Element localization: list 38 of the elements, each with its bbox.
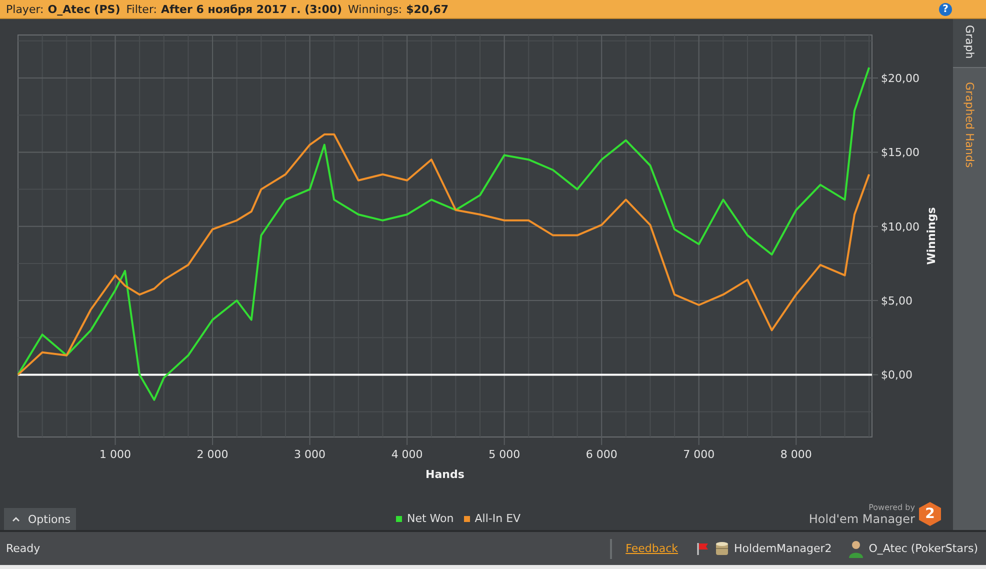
header-label: Player: <box>6 2 44 16</box>
logo-badge: 2 <box>919 502 941 526</box>
x-tick-label: 1 000 <box>100 448 132 461</box>
y-tick-label: $20,00 <box>881 72 920 86</box>
powered-by-caption: Powered by <box>868 502 915 512</box>
header-value: $20,67 <box>406 2 449 16</box>
header-value: After 6 ноября 2017 г. (3:00) <box>161 2 342 16</box>
y-tick-label: $5,00 <box>881 294 912 308</box>
user-icon[interactable] <box>848 540 864 558</box>
database-icon[interactable] <box>715 540 730 556</box>
side-tab[interactable]: Graphed Hands <box>953 68 986 178</box>
status-text: Ready <box>6 542 40 555</box>
legend-label: All-In EV <box>474 512 521 525</box>
side-tab[interactable]: Graph <box>953 19 986 68</box>
x-tick-label: 4 000 <box>391 448 423 461</box>
x-tick-label: 6 000 <box>586 448 618 461</box>
x-axis-title: Hands <box>426 468 464 481</box>
x-tick-label: 2 000 <box>196 448 228 461</box>
y-axis-title: Winnings <box>925 207 938 265</box>
flag-icon[interactable] <box>696 542 710 556</box>
product-name: Hold'em Manager <box>808 512 915 526</box>
x-tick-label: 5 000 <box>488 448 520 461</box>
header-value: O_Atec (PS) <box>48 2 120 16</box>
y-tick-label: $0,00 <box>881 368 912 382</box>
caret-icon <box>12 516 20 522</box>
y-tick-label: $15,00 <box>881 146 920 160</box>
player-name: O_Atec (PokerStars) <box>868 542 978 555</box>
x-tick-label: 3 000 <box>294 448 326 461</box>
help-icon[interactable]: ? <box>939 2 952 16</box>
y-tick-label: $10,00 <box>881 220 920 234</box>
x-tick-label: 8 000 <box>780 448 812 461</box>
options-button[interactable]: Options <box>4 508 76 530</box>
header-label: Filter: <box>126 2 157 16</box>
database-name: HoldemManager2 <box>734 542 832 555</box>
header-label: Winnings: <box>348 2 402 16</box>
feedback-link[interactable]: Feedback <box>626 542 678 555</box>
x-tick-label: 7 000 <box>683 448 715 461</box>
legend-label: Net Won <box>407 512 454 525</box>
